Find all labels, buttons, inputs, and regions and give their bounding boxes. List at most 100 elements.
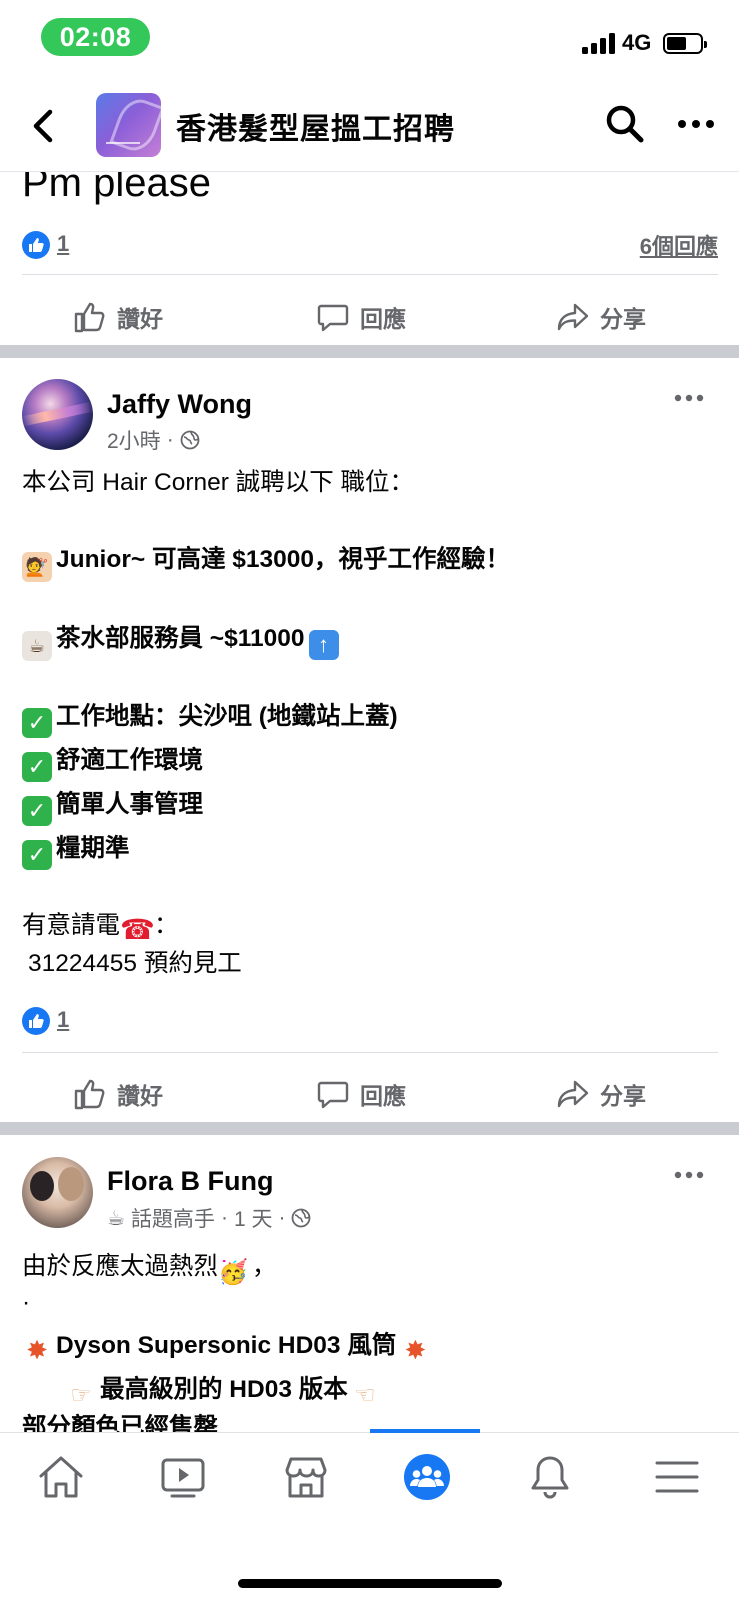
check-emoji-icon: ✓: [22, 708, 52, 738]
post-line: ✓ 工作地點：尖沙咀 (地鐵站上蓋): [22, 700, 398, 738]
check-emoji-icon: ✓: [22, 840, 52, 870]
post-meta: 2小時 ·: [107, 425, 200, 455]
post-line: 本公司 Hair Corner 誠聘以下 職位：: [22, 469, 415, 496]
post-line: 由於反應太過熱烈🥳，: [22, 1253, 277, 1286]
pointing-left-emoji-icon: ☜: [354, 1382, 376, 1409]
notifications-tab[interactable]: [520, 1447, 580, 1507]
check-emoji-icon: ✓: [22, 752, 52, 782]
home-tab[interactable]: [31, 1447, 91, 1507]
post-line: ✓ 舒適工作環境: [22, 744, 203, 782]
comment-icon: [317, 304, 349, 332]
post-line: ✓ 簡單人事管理: [22, 788, 203, 826]
meta-dot: ·: [278, 1206, 286, 1229]
status-time: 02:08: [41, 18, 150, 56]
post-meta: ☕ 話題高手 · 1 天 ·: [107, 1203, 311, 1233]
up-arrow-emoji-icon: ↑: [308, 630, 339, 660]
globe-icon: [180, 430, 200, 450]
like-reaction-icon: [22, 1007, 50, 1035]
collision-emoji-icon: ✸: [26, 1335, 48, 1365]
post-separator: [0, 345, 739, 358]
avatar[interactable]: [22, 379, 93, 450]
menu-tab[interactable]: [647, 1447, 707, 1507]
post-line: ·: [22, 1289, 31, 1316]
meta-dot: ·: [166, 428, 174, 451]
menu-icon: [655, 1461, 699, 1493]
post-options-icon[interactable]: [673, 1170, 705, 1180]
comment-button[interactable]: 回應: [316, 289, 406, 345]
globe-icon: [292, 1208, 311, 1228]
comment-label: 回應: [360, 1083, 406, 1109]
post-line-cut: 部分顏色已經售罄: [22, 1414, 218, 1432]
post-author[interactable]: Jaffy Wong: [107, 389, 252, 420]
marketplace-icon: [285, 1457, 327, 1498]
battery-icon: [663, 33, 707, 54]
home-indicator[interactable]: [238, 1579, 502, 1588]
collision-emoji-icon: ✸: [404, 1335, 427, 1365]
comment-label: 回應: [360, 306, 406, 332]
post-line: ☞ 最高級別的 HD03 版本 ☜: [66, 1373, 384, 1411]
bottom-navigation: [0, 1429, 739, 1600]
hairdresser-emoji-icon: 💇: [22, 552, 52, 582]
home-icon: [39, 1456, 83, 1498]
meta-dot: ·: [220, 1206, 228, 1229]
comment-button[interactable]: 回應: [316, 1066, 406, 1122]
post-time[interactable]: 2小時: [107, 425, 161, 455]
groups-icon: [404, 1454, 450, 1500]
share-button[interactable]: 分享: [556, 289, 646, 345]
post-line: 💇 Junior~ 可高達 $13000，視乎工作經驗！: [22, 543, 510, 582]
post1-reactions[interactable]: 1: [22, 1005, 718, 1035]
post1-actions: 讚好 回應 分享: [0, 1066, 739, 1122]
divider: [22, 1052, 718, 1053]
post-line: ✓ 糧期準: [22, 832, 130, 870]
back-arrow-icon[interactable]: [26, 106, 60, 146]
thumbs-up-icon: [74, 302, 105, 333]
like-button[interactable]: 讚好: [73, 289, 163, 345]
status-bar: 02:08 4G: [0, 0, 739, 80]
watch-icon: [161, 1458, 205, 1498]
group-header: 香港髮型屋搵工招聘: [0, 82, 739, 172]
post-line: ✸ Dyson Supersonic HD03 風筒 ✸: [22, 1329, 434, 1365]
share-icon: [557, 1080, 589, 1108]
share-label: 分享: [600, 1083, 646, 1109]
prev-comments-count[interactable]: 6個回應: [640, 229, 718, 261]
group-title[interactable]: 香港髮型屋搵工招聘: [176, 104, 455, 148]
avatar[interactable]: [22, 1157, 93, 1228]
post-line: ☕ 茶水部服務員 ~$11000 ↑: [22, 622, 343, 661]
prev-post-actions: 讚好 回應 分享: [0, 289, 739, 345]
coffee-badge-icon: ☕: [107, 1207, 125, 1230]
pointing-right-emoji-icon: ☞: [70, 1382, 92, 1409]
prev-post-reactions[interactable]: 1 6個回應: [22, 229, 718, 259]
coffee-emoji-icon: ☕: [22, 631, 52, 661]
like-label: 讚好: [117, 306, 163, 332]
prev-like-count[interactable]: 1: [57, 231, 69, 257]
member-badge[interactable]: 話題高手: [131, 1203, 215, 1233]
post1-like-count[interactable]: 1: [57, 1007, 69, 1033]
active-tab-indicator: [370, 1429, 480, 1433]
search-icon[interactable]: [605, 104, 645, 144]
telephone-emoji-icon: ☎: [120, 914, 155, 945]
watch-tab[interactable]: [153, 1447, 213, 1507]
check-emoji-icon: ✓: [22, 796, 52, 826]
post-line: 31224455 預約見工: [28, 950, 242, 977]
share-label: 分享: [600, 306, 646, 332]
share-icon: [557, 303, 589, 331]
divider: [22, 274, 718, 275]
thumbs-up-icon: [74, 1079, 105, 1110]
party-face-emoji-icon: 🥳: [218, 1259, 248, 1286]
notifications-icon: [531, 1456, 569, 1499]
more-options-icon[interactable]: [676, 114, 716, 134]
group-avatar[interactable]: [96, 93, 161, 157]
signal-icon: [582, 32, 618, 54]
network-label: 4G: [622, 30, 652, 55]
post-line: 有意請電☎：: [22, 912, 179, 945]
like-button[interactable]: 讚好: [73, 1066, 163, 1122]
post-options-icon[interactable]: [673, 393, 705, 403]
like-reaction-icon: [22, 231, 50, 259]
post-separator: [0, 1122, 739, 1135]
post-author[interactable]: Flora B Fung: [107, 1166, 273, 1197]
groups-tab[interactable]: [397, 1447, 457, 1507]
marketplace-tab[interactable]: [276, 1447, 336, 1507]
share-button[interactable]: 分享: [556, 1066, 646, 1122]
post-time[interactable]: 1 天: [234, 1203, 273, 1233]
like-label: 讚好: [117, 1083, 163, 1109]
